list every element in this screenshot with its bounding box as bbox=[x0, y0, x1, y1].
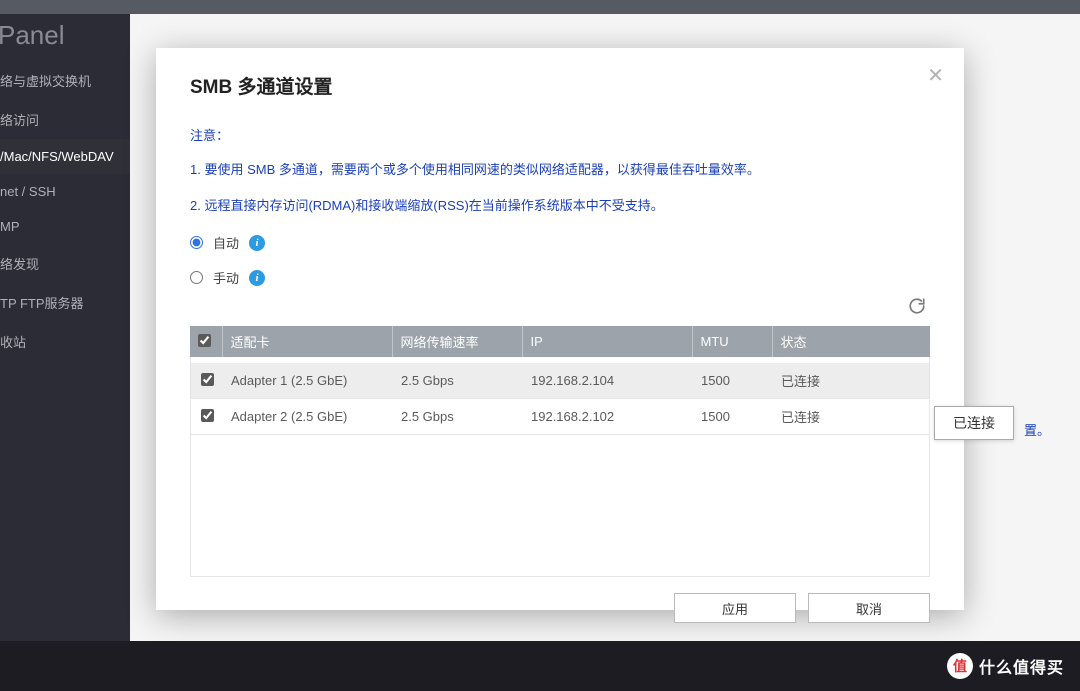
sidebar-item-label: 收站 bbox=[0, 335, 26, 350]
sidebar-item-label: 络发现 bbox=[0, 257, 39, 272]
cell-rate: 2.5 Gbps bbox=[393, 363, 523, 399]
background-text-fragment: 置。 bbox=[1024, 420, 1050, 439]
sidebar-item-label: 络与虚拟交换机 bbox=[0, 74, 91, 89]
window-titlebar bbox=[0, 0, 1080, 14]
col-header-rate[interactable]: 网络传输速率 bbox=[392, 326, 522, 357]
cell-adapter: Adapter 2 (2.5 GbE) bbox=[223, 399, 393, 435]
cell-rate: 2.5 Gbps bbox=[393, 399, 523, 435]
table-row[interactable]: Adapter 2 (2.5 GbE) 2.5 Gbps 192.168.2.1… bbox=[191, 399, 929, 435]
sidebar-item-mac-nfs-webdav[interactable]: /Mac/NFS/WebDAV bbox=[0, 139, 130, 174]
radio-auto[interactable] bbox=[190, 236, 203, 249]
col-header-mtu[interactable]: MTU bbox=[692, 326, 772, 357]
cell-ip: 192.168.2.102 bbox=[523, 399, 693, 435]
row-checkbox[interactable] bbox=[201, 373, 214, 386]
col-header-ip[interactable]: IP bbox=[522, 326, 692, 357]
status-tooltip: 已连接 bbox=[934, 406, 1014, 440]
radio-manual[interactable] bbox=[190, 271, 203, 284]
brand-watermark: 值 什么值得买 bbox=[947, 653, 1064, 679]
sidebar-item-network-access[interactable]: 络访问 bbox=[0, 100, 130, 139]
info-icon[interactable]: i bbox=[249, 235, 265, 251]
smb-multichannel-dialog: ✕ SMB 多通道设置 注意： 1. 要使用 SMB 多通道，需要两个或多个使用… bbox=[156, 48, 964, 610]
col-header-status[interactable]: 状态 bbox=[772, 326, 930, 357]
sidebar-item-label: TP FTP服务器 bbox=[0, 296, 84, 311]
sidebar-item-label: net / SSH bbox=[0, 184, 56, 199]
cancel-button[interactable]: 取消 bbox=[808, 593, 930, 623]
adapter-table: 适配卡 网络传输速率 IP MTU 状态 bbox=[190, 326, 930, 357]
cell-ip: 192.168.2.104 bbox=[523, 363, 693, 399]
sidebar: Panel 络与虚拟交换机 络访问 /Mac/NFS/WebDAV net / … bbox=[0, 14, 130, 641]
note-header: 注意： bbox=[190, 125, 930, 144]
sidebar-item-label: /Mac/NFS/WebDAV bbox=[0, 149, 114, 164]
sidebar-item-snmp[interactable]: MP bbox=[0, 209, 130, 244]
cell-adapter: Adapter 1 (2.5 GbE) bbox=[223, 363, 393, 399]
cell-mtu: 1500 bbox=[693, 363, 773, 399]
table-row[interactable]: Adapter 1 (2.5 GbE) 2.5 Gbps 192.168.2.1… bbox=[191, 363, 929, 399]
info-icon[interactable]: i bbox=[249, 270, 265, 286]
row-checkbox[interactable] bbox=[201, 409, 214, 422]
sidebar-item-recycle-bin[interactable]: 收站 bbox=[0, 322, 130, 361]
cell-status: 已连接 bbox=[773, 399, 929, 435]
sidebar-item-network-discovery[interactable]: 络发现 bbox=[0, 244, 130, 283]
radio-manual-label: 手动 bbox=[213, 268, 239, 287]
sidebar-item-net-ssh[interactable]: net / SSH bbox=[0, 174, 130, 209]
app-title: Panel bbox=[0, 14, 130, 61]
watermark-bar: 值 什么值得买 bbox=[0, 641, 1080, 691]
brand-text: 什么值得买 bbox=[979, 654, 1064, 678]
note-line-2: 2. 远程直接内存访问(RDMA)和接收端缩放(RSS)在当前操作系统版本中不受… bbox=[190, 196, 930, 216]
cell-mtu: 1500 bbox=[693, 399, 773, 435]
close-icon[interactable]: ✕ bbox=[927, 66, 944, 86]
brand-icon: 值 bbox=[947, 653, 973, 679]
sidebar-item-label: MP bbox=[0, 219, 20, 234]
dialog-title: SMB 多通道设置 bbox=[190, 72, 930, 99]
apply-button[interactable]: 应用 bbox=[674, 593, 796, 623]
header-checkbox[interactable] bbox=[198, 334, 211, 347]
cell-status: 已连接 bbox=[773, 363, 929, 399]
radio-auto-label: 自动 bbox=[213, 233, 239, 252]
sidebar-item-network-vswitch[interactable]: 络与虚拟交换机 bbox=[0, 61, 130, 100]
refresh-icon[interactable] bbox=[908, 297, 926, 320]
sidebar-item-label: 络访问 bbox=[0, 113, 39, 128]
note-line-1: 1. 要使用 SMB 多通道，需要两个或多个使用相同网速的类似网络适配器，以获得… bbox=[190, 160, 930, 180]
col-header-adapter[interactable]: 适配卡 bbox=[222, 326, 392, 357]
sidebar-item-ftp-server[interactable]: TP FTP服务器 bbox=[0, 283, 130, 322]
